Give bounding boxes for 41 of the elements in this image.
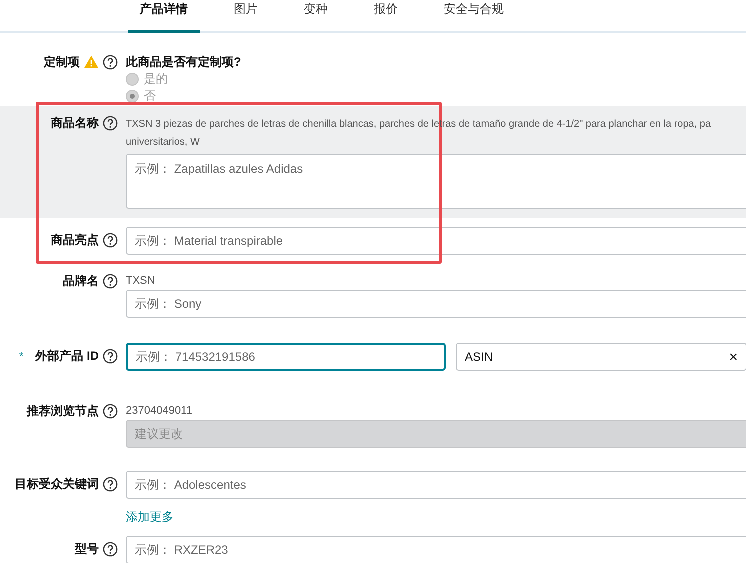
input-field[interactable]: 示例： RXZER23 <box>126 536 746 563</box>
question-text: 此商品是否有定制项? <box>126 55 242 70</box>
tab[interactable]: 安全与合规 <box>432 0 516 33</box>
help-icon[interactable] <box>103 274 118 289</box>
input-field[interactable]: 示例： Sony <box>126 290 746 318</box>
id-type-select[interactable]: ASIN × <box>456 343 746 371</box>
input-field[interactable]: 示例： 714532191586 <box>126 343 446 371</box>
field-label: 商品名称 <box>51 116 99 131</box>
field-label: 目标受众关键词 <box>15 477 99 492</box>
radio-label: 是的 <box>144 72 168 87</box>
add-more-link[interactable]: 添加更多 <box>126 508 174 526</box>
current-value: TXSN <box>126 274 156 288</box>
help-icon[interactable] <box>103 542 118 557</box>
tab[interactable]: 产品详情 <box>128 0 200 33</box>
help-icon[interactable] <box>103 233 118 248</box>
current-value: 23704049011 <box>126 404 194 418</box>
required-mark: * <box>19 350 24 365</box>
radio-button[interactable] <box>126 73 139 86</box>
input-field[interactable]: 示例： Zapatillas azules Adidas <box>126 154 746 209</box>
help-icon[interactable] <box>103 116 118 131</box>
tab[interactable]: 图片 <box>222 0 270 33</box>
radio-label: 否 <box>144 89 156 104</box>
tab[interactable]: 变种 <box>292 0 340 33</box>
field-label: 推荐浏览节点 <box>27 404 99 419</box>
select-value: ASIN <box>465 349 494 366</box>
warning-icon <box>84 55 99 69</box>
field-label: 外部产品 ID <box>36 349 99 364</box>
input-field[interactable]: 示例： Material transpirable <box>126 227 746 255</box>
help-icon[interactable] <box>103 477 118 492</box>
help-icon[interactable] <box>103 404 118 419</box>
field-label: 型号 <box>75 542 99 557</box>
clear-button[interactable]: × <box>729 350 738 364</box>
field-label: 定制项 <box>44 55 80 70</box>
radio-button[interactable] <box>126 90 139 103</box>
input-field[interactable]: 示例： Adolescentes <box>126 471 746 499</box>
field-label: 商品亮点 <box>51 233 99 248</box>
tab[interactable]: 报价 <box>362 0 410 33</box>
current-value: universitarios, W <box>126 136 201 150</box>
help-icon[interactable] <box>103 55 118 70</box>
field-label: 品牌名 <box>63 274 99 289</box>
help-icon[interactable] <box>103 349 118 364</box>
